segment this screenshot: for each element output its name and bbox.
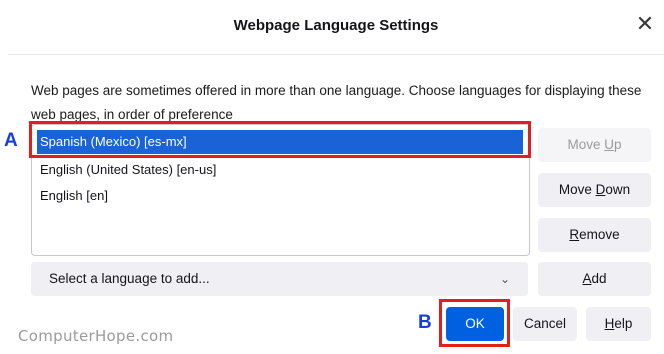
annotation-letter-b: B <box>418 312 432 333</box>
watermark: ComputerHope.com <box>18 327 174 345</box>
remove-access-key: R <box>569 227 580 242</box>
move-up-access-key: U <box>604 137 614 152</box>
cancel-button[interactable]: Cancel <box>513 307 577 341</box>
move-down-label-post: own <box>605 182 631 197</box>
language-list[interactable]: Spanish (Mexico) [es-mx] English (United… <box>31 124 530 256</box>
remove-label-post: emove <box>579 227 620 242</box>
move-up-button[interactable]: Move Up <box>538 128 651 162</box>
add-language-select-value: Select a language to add... <box>49 271 210 286</box>
language-item-en-us[interactable]: English (United States) [en-us] <box>37 158 523 182</box>
dialog-titlebar: Webpage Language Settings ✕ <box>8 0 664 55</box>
dialog: Webpage Language Settings ✕ Web pages ar… <box>8 0 664 354</box>
add-button[interactable]: Add <box>538 262 651 296</box>
language-item-es-mx[interactable]: Spanish (Mexico) [es-mx] <box>37 130 523 154</box>
move-up-label-post: p <box>614 137 622 152</box>
move-down-label-pre: Move <box>558 182 596 197</box>
annotation-letter-a: A <box>4 130 18 151</box>
help-button[interactable]: Help <box>586 307 651 341</box>
move-up-label-pre: Move <box>567 137 605 152</box>
dialog-title: Webpage Language Settings <box>233 17 439 34</box>
close-icon[interactable]: ✕ <box>632 11 658 37</box>
move-down-access-key: D <box>595 182 606 197</box>
language-item-en[interactable]: English [en] <box>37 184 523 208</box>
move-down-button[interactable]: Move Down <box>538 173 651 207</box>
add-language-select[interactable]: Select a language to add... ⌄ <box>31 262 528 296</box>
add-label-post: dd <box>591 271 607 286</box>
help-access-key: H <box>604 316 615 331</box>
dialog-description: Web pages are sometimes offered in more … <box>31 83 642 122</box>
ok-button[interactable]: OK <box>446 307 504 341</box>
remove-button[interactable]: Remove <box>538 218 651 252</box>
chevron-down-icon: ⌄ <box>499 272 510 286</box>
help-label-post: elp <box>614 316 633 331</box>
